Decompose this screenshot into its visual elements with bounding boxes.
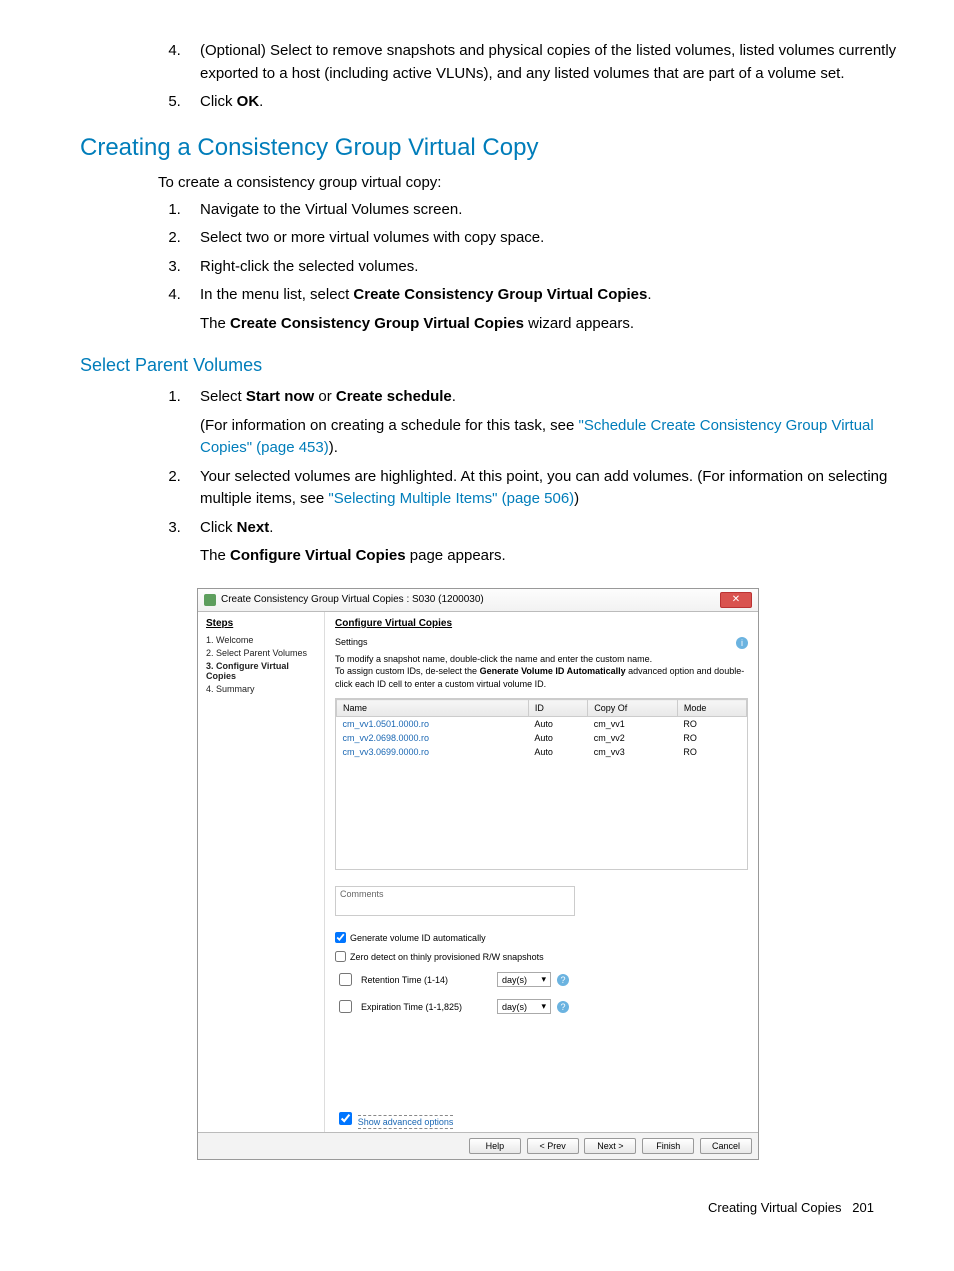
table-row[interactable]: cm_vv2.0698.0000.ro Auto cm_vv2 RO [337, 731, 747, 745]
cb-generate-row[interactable]: Generate volume ID automatically [335, 932, 748, 943]
help-icon[interactable]: i [736, 637, 748, 649]
col-id[interactable]: ID [528, 700, 587, 717]
wizard-titlebar[interactable]: Create Consistency Group Virtual Copies … [198, 589, 758, 612]
wizard-main: Configure Virtual Copies i Settings To m… [325, 612, 758, 1132]
link-multiple-items[interactable]: "Selecting Multiple Items" (page 506) [328, 490, 574, 507]
expiration-help-icon[interactable]: ? [557, 1001, 569, 1013]
table-row[interactable]: cm_vv3.0699.0000.ro Auto cm_vv3 RO [337, 745, 747, 759]
wizard-window: Create Consistency Group Virtual Copies … [197, 588, 759, 1160]
main-header: Configure Virtual Copies [335, 618, 748, 629]
intro-list: (Optional) Select to remove snapshots an… [150, 40, 904, 114]
cb-generate[interactable] [335, 932, 346, 943]
step4: In the menu list, select Create Consiste… [185, 284, 904, 335]
volumes-table-wrap: Name ID Copy Of Mode cm_vv1.0501.0000.ro… [335, 698, 748, 870]
next-button[interactable]: Next > [584, 1138, 636, 1154]
advanced-link[interactable]: Show advanced options [358, 1115, 454, 1129]
retention-unit-select[interactable]: day(s)▾ [497, 972, 551, 987]
page-footer: Creating Virtual Copies 201 [50, 1200, 904, 1215]
comments-input[interactable]: Comments [335, 886, 575, 916]
settings-hint: To modify a snapshot name, double-click … [335, 653, 748, 691]
cb-retention[interactable] [339, 973, 352, 986]
comments-section: Comments [335, 880, 748, 928]
intro-item-5: Click OK. [185, 91, 904, 114]
step1: Navigate to the Virtual Volumes screen. [185, 199, 904, 222]
step2: Select two or more virtual volumes with … [185, 227, 904, 250]
volumes-table[interactable]: Name ID Copy Of Mode cm_vv1.0501.0000.ro… [336, 699, 747, 759]
heading-select-parent: Select Parent Volumes [80, 355, 904, 376]
expiration-row[interactable]: Expiration Time (1-1,825) day(s)▾ ? [335, 997, 748, 1016]
col-copyof[interactable]: Copy Of [588, 700, 678, 717]
finish-button[interactable]: Finish [642, 1138, 694, 1154]
sp-step3: Click Next. The Configure Virtual Copies… [185, 517, 904, 568]
close-button[interactable]: ✕ [720, 592, 752, 608]
cb-advanced[interactable] [339, 1112, 352, 1125]
steps-list-1: Navigate to the Virtual Volumes screen. … [150, 199, 904, 336]
sp-step1-sub: (For information on creating a schedule … [200, 415, 904, 460]
step3: Right-click the selected volumes. [185, 256, 904, 279]
sp-step3-sub: The Configure Virtual Copies page appear… [200, 545, 904, 568]
sidebar-step-3: 3. Configure Virtual Copies [206, 661, 316, 681]
sidebar-step-1: 1. Welcome [206, 635, 316, 645]
cb-zero[interactable] [335, 951, 346, 962]
cancel-button[interactable]: Cancel [700, 1138, 752, 1154]
table-row[interactable]: cm_vv1.0501.0000.ro Auto cm_vv1 RO [337, 717, 747, 732]
sp-step1: Select Start now or Create schedule. (Fo… [185, 386, 904, 460]
wizard-sidebar: Steps 1. Welcome 2. Select Parent Volume… [198, 612, 325, 1132]
retention-help-icon[interactable]: ? [557, 974, 569, 986]
col-name[interactable]: Name [337, 700, 529, 717]
cb-zero-row[interactable]: Zero detect on thinly provisioned R/W sn… [335, 951, 748, 962]
steps-list-2: Select Start now or Create schedule. (Fo… [150, 386, 904, 568]
wizard-footer: Help < Prev Next > Finish Cancel [198, 1132, 758, 1159]
sidebar-step-2: 2. Select Parent Volumes [206, 648, 316, 658]
step4-sub: The Create Consistency Group Virtual Cop… [200, 313, 904, 336]
col-mode[interactable]: Mode [677, 700, 746, 717]
sp-step2: Your selected volumes are highlighted. A… [185, 466, 904, 511]
prev-button[interactable]: < Prev [527, 1138, 579, 1154]
wizard-title-text: Create Consistency Group Virtual Copies … [221, 594, 484, 605]
heading-creating-consistency: Creating a Consistency Group Virtual Cop… [80, 134, 904, 162]
cb-expiration[interactable] [339, 1000, 352, 1013]
settings-label: Settings [335, 637, 748, 647]
sidebar-step-4: 4. Summary [206, 684, 316, 694]
intro-text-1: To create a consistency group virtual co… [158, 174, 904, 191]
help-button[interactable]: Help [469, 1138, 521, 1154]
intro-item-4: (Optional) Select to remove snapshots an… [185, 40, 904, 85]
wizard-app-icon [204, 594, 216, 606]
expiration-unit-select[interactable]: day(s)▾ [497, 999, 551, 1014]
chevron-down-icon: ▾ [541, 974, 546, 985]
retention-row[interactable]: Retention Time (1-14) day(s)▾ ? [335, 970, 748, 989]
chevron-down-icon: ▾ [541, 1001, 546, 1012]
sidebar-header: Steps [206, 618, 316, 629]
